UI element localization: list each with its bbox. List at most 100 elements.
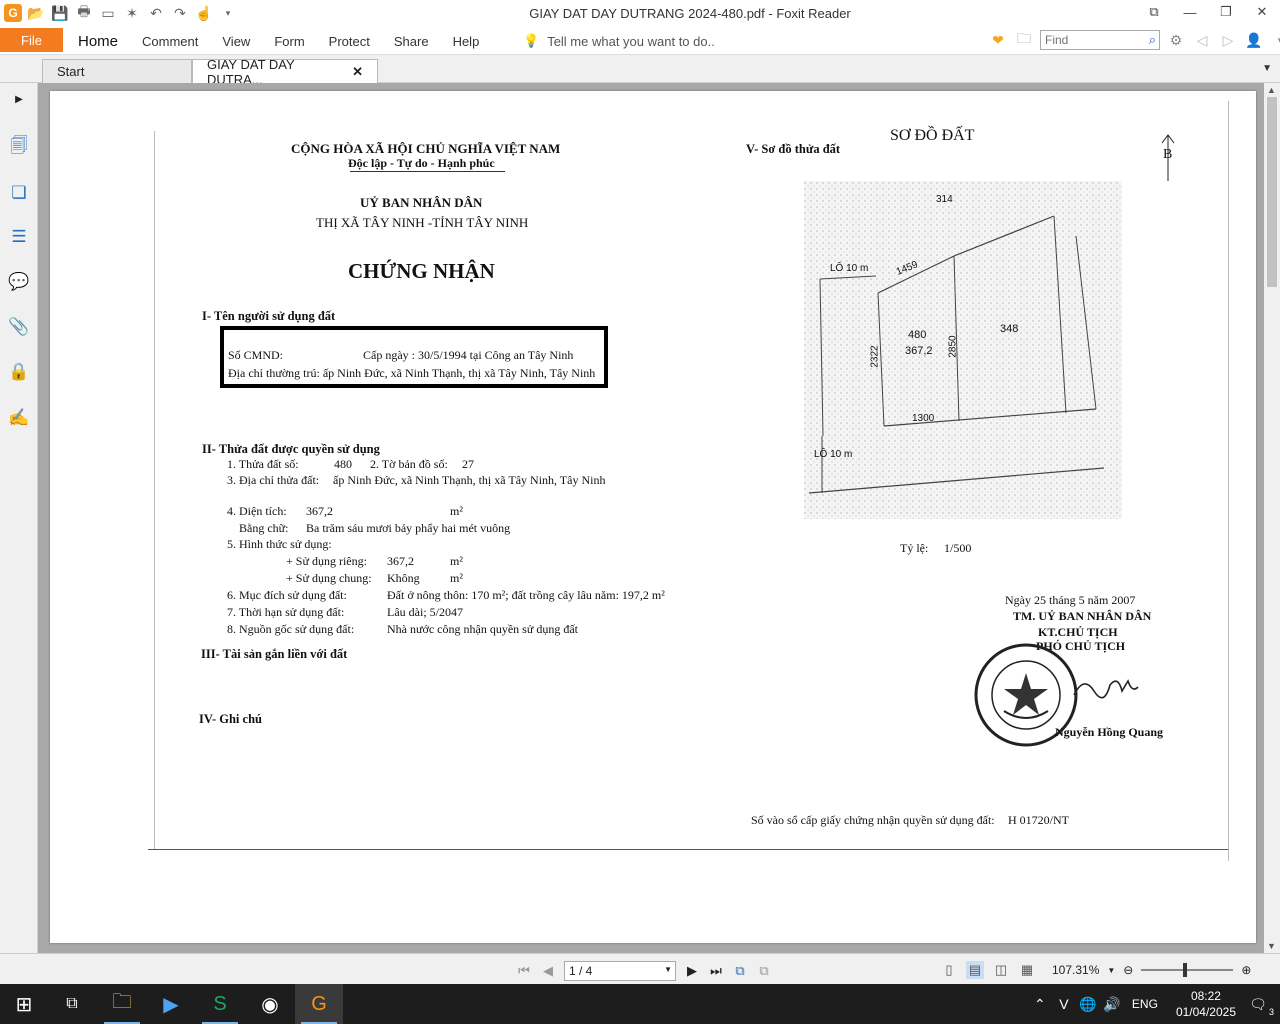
find-input[interactable] [1045,33,1141,47]
foxit-taskbar-icon[interactable]: G [295,984,343,1024]
security-lock-icon[interactable]: 🔒 [7,360,31,384]
close-button[interactable]: ✕ [1244,0,1280,24]
find-box[interactable]: ⌕ [1040,30,1160,50]
network-icon[interactable]: 🌐 [1076,996,1100,1013]
menu-help[interactable]: Help [441,34,492,49]
section-5-title: V- Sơ đồ thửa đất [746,142,841,156]
use-form-label: 5. Hình thức sử dụng: [227,537,332,551]
zoom-level: 107.31% [1052,963,1100,977]
restore-button[interactable]: ❐ [1208,0,1244,24]
tell-me-box[interactable]: 💡 Tell me what you want to do.. [523,33,715,49]
scroll-down-icon[interactable]: ▼ [1267,941,1276,951]
search-icon[interactable]: ⌕ [1149,32,1156,48]
chrome-icon[interactable]: ◉ [246,984,294,1024]
area-value: 367,2 [306,504,333,518]
parcel-map-image: LÔ 10 m 314 1459 2322 480 367,2 2850 348… [804,181,1122,519]
close-tab-icon[interactable]: ✕ [352,64,363,80]
folder-search-icon[interactable]: 🗀 [1014,30,1034,50]
parcel-address: ấp Ninh Đức, xã Ninh Thạnh, thị xã Tây N… [333,473,606,487]
area-words: Ba trăm sáu mươi bảy phẩy hai mét vuông [306,521,511,535]
scroll-thumb[interactable] [1267,97,1277,287]
facing-page-icon[interactable]: ◫ [992,961,1010,979]
first-page-icon[interactable]: ⏮ [516,963,532,979]
document-tabs: Start GIAY DAT DAY DUTRA... ✕ ▼ [0,55,1280,87]
vertical-scrollbar[interactable]: ▲ ▼ [1264,83,1280,953]
start-button[interactable]: ⊞ [0,984,48,1024]
user-dropdown-icon[interactable]: ▾ [1270,30,1280,50]
area-unit: m² [450,504,463,518]
bookmark-icon[interactable]: 🗐 [7,135,31,159]
previous-page-icon[interactable]: ◀ [540,963,556,979]
menu-bar: File Home Comment View Form Protect Shar… [0,27,1280,55]
common-use-value: Không [387,571,420,585]
menu-view[interactable]: View [210,34,262,49]
menu-comment[interactable]: Comment [130,34,210,49]
term-value: Lâu dài; 5/2047 [387,605,463,619]
menu-form[interactable]: Form [262,34,316,49]
volume-icon[interactable]: 🔊 [1100,996,1124,1013]
media-player-icon[interactable]: ▶ [147,984,195,1024]
zoom-dropdown-icon[interactable]: ▼ [1107,966,1115,975]
area-words-label: Bằng chữ: [239,521,289,535]
system-tray: ⌃ V 🌐 🔊 ENG 08:22 01/04/2025 🗨 3 [1028,984,1280,1024]
single-page-icon[interactable]: ▯ [940,961,958,979]
user-icon[interactable]: 👤 [1244,30,1264,50]
scale-label: Tỷ lệ: [900,541,929,555]
language-indicator[interactable]: ENG [1132,997,1158,1011]
heart-icon[interactable]: ❤ [988,30,1008,50]
menu-tabs: Home Comment View Form Protect Share Hel… [66,27,491,55]
spreadsheet-app-icon[interactable]: S [196,984,244,1024]
attachments-icon[interactable]: 📎 [7,315,31,339]
file-explorer-icon[interactable]: 🗀 [98,984,146,1024]
area-label: 4. Diện tích: [227,504,287,518]
zoom-slider[interactable] [1141,963,1234,977]
page-dropdown-icon[interactable]: ▼ [664,965,672,974]
notification-center-icon[interactable]: 🗨 3 [1246,996,1274,1017]
signature-line-1: TM. UỶ BAN NHÂN DÂN [1013,609,1152,623]
purpose-value: Đất ở nông thôn: 170 m²; đất trồng cây l… [387,588,665,602]
continuous-page-icon[interactable]: ▤ [966,961,984,979]
show-hidden-icons[interactable]: ⌃ [1028,996,1052,1013]
signature-icon[interactable]: ✍ [7,406,31,430]
zoom-slider-knob[interactable] [1183,963,1188,977]
scroll-up-icon[interactable]: ▲ [1267,85,1276,95]
private-use-unit: m² [450,554,463,568]
menu-home[interactable]: Home [66,33,130,50]
layers-icon[interactable]: ☰ [7,225,31,249]
gear-icon[interactable]: ⚙ [1166,30,1186,50]
next-page-icon[interactable]: ▶ [684,963,700,979]
tab-start[interactable]: Start [42,59,192,83]
last-page-icon[interactable]: ⏭ [708,963,724,979]
tab-document[interactable]: GIAY DAT DAY DUTRA... ✕ [192,57,378,87]
window-title: GIAY DAT DAY DUTRANG 2024-480.pdf - Foxi… [529,6,851,21]
comments-icon[interactable]: 💬 [7,270,31,294]
clock[interactable]: 08:22 01/04/2025 [1176,988,1236,1020]
parcel-no: 480 [334,457,352,471]
map-label-1300: 1300 [912,413,935,424]
next-view-icon[interactable]: ⧉ [756,963,772,979]
committee-place: THỊ XÃ TÂY NINH -TỈNH TÂY NINH [316,215,529,230]
minimize-button[interactable]: — [1172,0,1208,24]
document-viewport[interactable]: CỘNG HÒA XÃ HỘI CHỦ NGHĨA VIỆT NAM Độc l… [38,83,1264,953]
input-method-icon[interactable]: V [1052,996,1076,1012]
tab-list-dropdown-icon[interactable]: ▼ [1262,63,1272,74]
page-number-field[interactable]: 1 / 4 ▼ [564,961,676,981]
continuous-facing-icon[interactable]: ▦ [1018,961,1036,979]
zoom-out-icon[interactable]: ⊖ [1123,963,1133,977]
menu-share[interactable]: Share [382,34,441,49]
ribbon-display-icon[interactable]: ⧉ [1136,0,1172,24]
right-tools: ❤ 🗀 ⌕ ⚙ ◁ ▷ 👤 ▾ [988,30,1280,50]
menu-protect[interactable]: Protect [317,34,382,49]
back-icon[interactable]: ◁ [1192,30,1212,50]
previous-view-icon[interactable]: ⧉ [732,963,748,979]
file-menu-button[interactable]: File [0,28,63,52]
zoom-controls: 107.31% ▼ ⊖ ⊕ [1052,963,1251,977]
common-use-unit: m² [450,571,463,585]
pages-icon[interactable]: ❏ [7,181,31,205]
expand-panel-icon[interactable]: ▶ [7,87,31,111]
forward-icon[interactable]: ▷ [1218,30,1238,50]
zoom-in-icon[interactable]: ⊕ [1241,963,1251,977]
registry-label: Số vào sổ cấp giấy chứng nhận quyền sử d… [751,813,995,827]
task-view-icon[interactable]: ⧉ [48,984,96,1024]
scale-value: 1/500 [944,541,972,555]
